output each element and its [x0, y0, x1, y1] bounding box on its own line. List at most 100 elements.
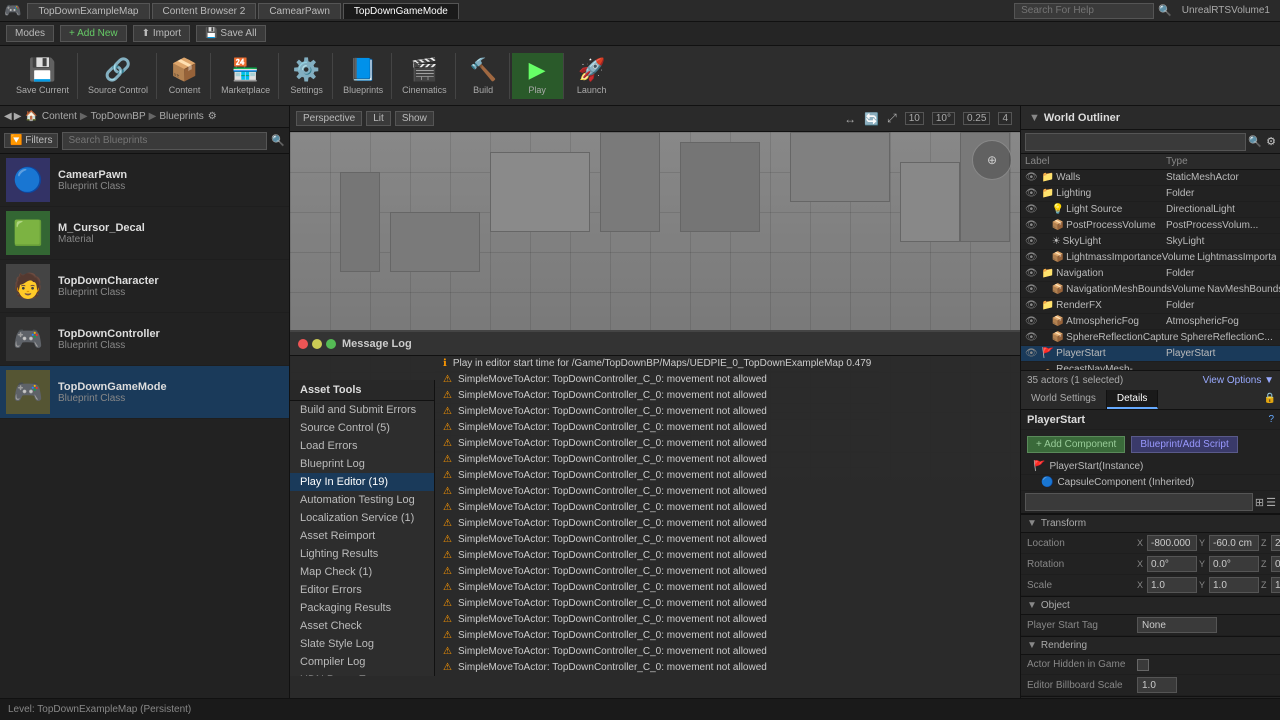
- tool-build[interactable]: 🔨 Build: [458, 53, 510, 99]
- outliner-search-input[interactable]: [1025, 133, 1246, 151]
- log-error-14[interactable]: ⚠ SimpleMoveToActor: TopDownController_C…: [435, 596, 879, 612]
- outliner-skylight[interactable]: 👁 ☀ SkyLight SkyLight: [1021, 234, 1280, 250]
- search-icon[interactable]: 🔍: [271, 134, 285, 147]
- gizmo-translate-icon[interactable]: ↔: [844, 112, 856, 126]
- tool-launch[interactable]: 🚀 Launch: [566, 53, 618, 99]
- import-button[interactable]: ⬆ Import: [133, 25, 191, 42]
- log-error-15[interactable]: ⚠ SimpleMoveToActor: TopDownController_C…: [435, 612, 879, 628]
- location-x-input[interactable]: [1147, 535, 1197, 551]
- log-error-12[interactable]: ⚠ SimpleMoveToActor: TopDownController_C…: [435, 564, 879, 580]
- billboard-scale-input[interactable]: [1137, 677, 1177, 693]
- rotation-y-input[interactable]: [1209, 556, 1259, 572]
- log-error-13[interactable]: ⚠ SimpleMoveToActor: TopDownController_C…: [435, 580, 879, 596]
- outliner-lighting[interactable]: 👁 📁 Lighting Folder: [1021, 186, 1280, 202]
- viewport[interactable]: ⊕ Message Log Asset Tools Build and: [290, 132, 1020, 720]
- gizmo-rotate-icon[interactable]: 🔄: [864, 112, 879, 126]
- breadcrumb-blueprints[interactable]: Blueprints: [159, 111, 203, 122]
- back-icon[interactable]: ◀: [4, 111, 12, 122]
- log-error-7[interactable]: ⚠ SimpleMoveToActor: TopDownController_C…: [435, 484, 879, 500]
- eye-icon-navigation[interactable]: 👁: [1025, 268, 1038, 279]
- tab-topdown-map[interactable]: TopDownExampleMap: [27, 3, 149, 19]
- component-grid-view-icon[interactable]: ⊞: [1255, 496, 1264, 509]
- eye-icon-skylight[interactable]: 👁: [1025, 236, 1038, 247]
- eye-icon-lightmass[interactable]: 👁: [1025, 252, 1038, 263]
- asset-tool-udn[interactable]: UDN Parse Errors: [290, 671, 434, 676]
- search-blueprints-input[interactable]: [62, 132, 267, 150]
- log-error-9[interactable]: ⚠ SimpleMoveToActor: TopDownController_C…: [435, 516, 879, 532]
- perspective-button[interactable]: Perspective: [296, 111, 362, 126]
- modes-button[interactable]: Modes: [6, 25, 54, 42]
- breadcrumb-options[interactable]: ⚙: [208, 111, 217, 122]
- component-playerstart[interactable]: 🚩 PlayerStart(Instance): [1021, 459, 1280, 475]
- log-error-0[interactable]: ⚠ SimpleMoveToActor: TopDownController_C…: [435, 372, 879, 388]
- eye-icon-fog[interactable]: 👁: [1025, 316, 1038, 327]
- outliner-view-options[interactable]: View Options ▼: [1203, 375, 1274, 386]
- rendering-section-header[interactable]: ▼ Rendering: [1021, 636, 1280, 655]
- log-error-1[interactable]: ⚠ SimpleMoveToActor: TopDownController_C…: [435, 388, 879, 404]
- camera-speed-icon[interactable]: 4: [998, 112, 1012, 125]
- grid-snap-icon[interactable]: 10: [905, 112, 924, 125]
- log-error-6[interactable]: ⚠ SimpleMoveToActor: TopDownController_C…: [435, 468, 879, 484]
- asset-tool-slate-style[interactable]: Slate Style Log: [290, 635, 434, 653]
- outliner-playerstart[interactable]: 👁 🚩 PlayerStart PlayerStart: [1021, 346, 1280, 362]
- log-error-5[interactable]: ⚠ SimpleMoveToActor: TopDownController_C…: [435, 452, 879, 468]
- rotation-x-input[interactable]: [1147, 556, 1197, 572]
- log-error-16[interactable]: ⚠ SimpleMoveToActor: TopDownController_C…: [435, 628, 879, 644]
- outliner-walls[interactable]: 👁 📁 Walls StaticMeshActor: [1021, 170, 1280, 186]
- rotation-z-input[interactable]: [1271, 556, 1280, 572]
- asset-tool-asset-check[interactable]: Asset Check: [290, 617, 434, 635]
- log-close-red[interactable]: [298, 339, 308, 349]
- add-component-button[interactable]: + Add Component: [1027, 436, 1125, 453]
- log-error-2[interactable]: ⚠ SimpleMoveToActor: TopDownController_C…: [435, 404, 879, 420]
- asset-tool-source-control[interactable]: Source Control (5): [290, 419, 434, 437]
- eye-icon-playerstart[interactable]: 👁: [1025, 348, 1038, 359]
- eye-icon-lightsource[interactable]: 👁: [1025, 204, 1038, 215]
- blueprint-add-button[interactable]: Blueprint/Add Script: [1131, 436, 1237, 453]
- eye-icon-reflection[interactable]: 👁: [1025, 332, 1038, 343]
- tool-content[interactable]: 📦 Content: [159, 53, 211, 99]
- transform-section-header[interactable]: ▼ Transform: [1021, 514, 1280, 533]
- details-lock-icon[interactable]: 🔒: [1260, 390, 1280, 409]
- outliner-reflection[interactable]: 👁 📦 SphereReflectionCapture SphereReflec…: [1021, 330, 1280, 346]
- asset-item-gamemode[interactable]: 🎮 TopDownGameMode Blueprint Class: [0, 366, 289, 419]
- log-close-yellow[interactable]: [312, 339, 322, 349]
- scale-snap-icon[interactable]: 0.25: [963, 112, 990, 125]
- log-error-11[interactable]: ⚠ SimpleMoveToActor: TopDownController_C…: [435, 548, 879, 564]
- outliner-lightmass[interactable]: 👁 📦 LightmassImportanceVolume LightmassI…: [1021, 250, 1280, 266]
- show-button[interactable]: Show: [395, 111, 434, 126]
- angle-snap-icon[interactable]: 10°: [932, 112, 955, 125]
- outliner-collapse-icon[interactable]: ▼: [1029, 112, 1040, 124]
- tool-blueprints[interactable]: 📘 Blueprints: [335, 53, 392, 99]
- tab-world-settings[interactable]: World Settings: [1021, 390, 1107, 409]
- outliner-search-icon[interactable]: 🔍: [1248, 135, 1262, 148]
- log-error-4[interactable]: ⚠ SimpleMoveToActor: TopDownController_C…: [435, 436, 879, 452]
- outliner-recastnav[interactable]: 👁 📦 RecastNavMesh-Default RecastNavMesh: [1021, 362, 1280, 370]
- asset-tool-build-submit[interactable]: Build and Submit Errors: [290, 401, 434, 419]
- asset-item-cursor[interactable]: 🟩 M_Cursor_Decal Material: [0, 207, 289, 260]
- component-list-view-icon[interactable]: ☰: [1266, 496, 1276, 509]
- log-error-8[interactable]: ⚠ SimpleMoveToActor: TopDownController_C…: [435, 500, 879, 516]
- asset-tool-load-errors[interactable]: Load Errors: [290, 437, 434, 455]
- details-help-icon[interactable]: ?: [1268, 414, 1274, 425]
- outliner-postprocess[interactable]: 👁 📦 PostProcessVolume PostProcessVolum..…: [1021, 218, 1280, 234]
- eye-icon-walls[interactable]: 👁: [1025, 172, 1038, 183]
- search-help-input[interactable]: [1014, 3, 1154, 19]
- asset-tool-automation[interactable]: Automation Testing Log: [290, 491, 434, 509]
- eye-icon-navmesh[interactable]: 👁: [1025, 284, 1038, 295]
- tool-settings[interactable]: ⚙️ Settings: [281, 53, 333, 99]
- asset-tool-packaging[interactable]: Packaging Results: [290, 599, 434, 617]
- breadcrumb-topdownbp[interactable]: TopDownBP: [91, 111, 146, 122]
- location-y-input[interactable]: [1209, 535, 1259, 551]
- asset-tool-lighting[interactable]: Lighting Results: [290, 545, 434, 563]
- log-error-10[interactable]: ⚠ SimpleMoveToActor: TopDownController_C…: [435, 532, 879, 548]
- asset-item-controller[interactable]: 🎮 TopDownController Blueprint Class: [0, 313, 289, 366]
- object-section-header[interactable]: ▼ Object: [1021, 596, 1280, 615]
- tool-cinematics[interactable]: 🎬 Cinematics: [394, 53, 456, 99]
- outliner-renderfx[interactable]: 👁 📁 RenderFX Folder: [1021, 298, 1280, 314]
- filter-button[interactable]: 🔽 Filters: [4, 133, 58, 148]
- add-new-button[interactable]: + Add New: [60, 25, 127, 42]
- asset-item-character[interactable]: 🧑 TopDownCharacter Blueprint Class: [0, 260, 289, 313]
- save-all-button[interactable]: 💾 Save All: [196, 25, 265, 42]
- outliner-fog[interactable]: 👁 📦 AtmosphericFog AtmosphericFog: [1021, 314, 1280, 330]
- tool-source-control[interactable]: 🔗 Source Control: [80, 53, 157, 99]
